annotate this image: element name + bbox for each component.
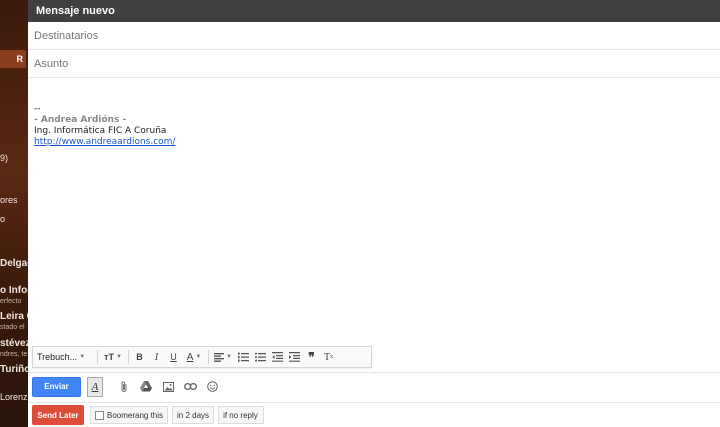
link-icon [183,383,197,390]
boomerang-option[interactable]: Boomerang this [90,406,169,424]
chevron-down-icon: ▼ [79,354,86,360]
signature-separator: -- [34,104,41,114]
bg-sender-4: stévez [0,338,28,349]
chevron-down-icon: ▼ [226,354,232,360]
boomerang-delay-select[interactable]: in 2 days [172,406,215,424]
paperclip-icon [121,381,127,392]
quote-button[interactable]: ❞ [305,348,318,366]
attach-file-button[interactable] [113,377,135,397]
remove-formatting-button[interactable]: Tx [322,348,335,366]
send-later-button[interactable]: Send Later [32,405,84,425]
insert-photo-button[interactable] [157,377,179,397]
bg-label-1: 9) [0,153,9,163]
boomerang-toolbar: Send Later Boomerang this in 2 days if n… [28,402,720,427]
toolbar-divider [208,350,209,364]
align-button[interactable]: ▼ [213,348,233,366]
format-icon: A [91,380,99,393]
insert-link-button[interactable] [179,377,201,397]
numbered-list-button[interactable] [237,348,250,366]
chevron-down-icon: ▼ [195,354,202,360]
font-family-label: Trebuch... [37,352,78,362]
text-size-icon: тT [104,352,114,362]
bg-snippet-3: ndres, te [0,351,28,358]
toolbar-divider [97,350,98,364]
compose-title[interactable]: Mensaje nuevo [28,0,720,22]
compose-window: Mensaje nuevo -- - Andrea Ardións - Ing.… [28,0,720,427]
signature-name: - Andrea Ardións - [34,115,127,125]
bg-snippet-1: erfecto [0,298,22,305]
boomerang-checkbox[interactable] [95,410,104,420]
gmail-background: R 9) ores o Delgado o Infor erfecto Leir… [0,0,28,427]
align-left-icon [214,352,225,362]
numbered-list-icon [238,352,249,362]
subject-input[interactable] [34,58,720,70]
bg-sender-2: o Infor [0,285,28,296]
to-input[interactable] [34,30,720,42]
toolbar-divider [128,350,129,364]
insert-drive-button[interactable] [135,377,157,397]
bulleted-list-icon [255,352,266,362]
underline-button[interactable]: U [167,348,180,366]
formatting-options-toggle[interactable]: A [87,376,103,397]
font-family-select[interactable]: Trebuch... ▼ [37,348,93,366]
boomerang-label: Boomerang this [107,410,164,420]
boomerang-delay-value: in 2 days [177,410,210,420]
smiley-icon [206,381,218,392]
text-color-button[interactable]: A ▼ [184,348,204,366]
indent-less-button[interactable] [271,348,284,366]
indent-more-icon [289,352,300,362]
bold-button[interactable]: B [133,348,146,366]
bg-sender-6: Lorenz [0,392,28,402]
bg-sender-3: Leira Ca [0,311,28,322]
insert-emoji-button[interactable] [201,377,223,397]
indent-more-button[interactable] [288,348,301,366]
send-button[interactable]: Enviar [32,376,81,397]
chevron-down-icon: ▼ [115,354,122,360]
boomerang-condition-select[interactable]: if no reply [218,406,265,424]
bulleted-list-button[interactable] [254,348,267,366]
photo-icon [162,381,174,392]
signature-title: Ing. Informática FIC A Coruña [34,126,167,136]
formatting-toolbar: Trebuch... ▼ тT ▼ B I U A ▼ ▼ ❞ Tx [32,346,372,368]
bg-sender-5: Turiño [0,364,28,375]
subject-field[interactable] [28,50,720,78]
send-toolbar: Enviar A [28,372,720,400]
to-field[interactable] [28,22,720,50]
bg-label-3: o [0,214,6,224]
compose-button-background[interactable]: R [0,50,26,68]
drive-icon [140,381,152,392]
bg-snippet-2: stado el [0,324,25,331]
bg-label-2: ores [0,195,18,205]
font-size-button[interactable]: тT ▼ [102,348,124,366]
text-color-icon: A [186,351,194,363]
indent-less-icon [272,352,283,362]
message-body[interactable]: -- - Andrea Ardións - Ing. Informática F… [34,104,175,148]
bg-sender-1: Delgado [0,258,28,269]
signature-link[interactable]: http://www.andreaardions.com/ [34,137,175,148]
italic-button[interactable]: I [150,348,163,366]
boomerang-condition-value: if no reply [223,410,258,420]
